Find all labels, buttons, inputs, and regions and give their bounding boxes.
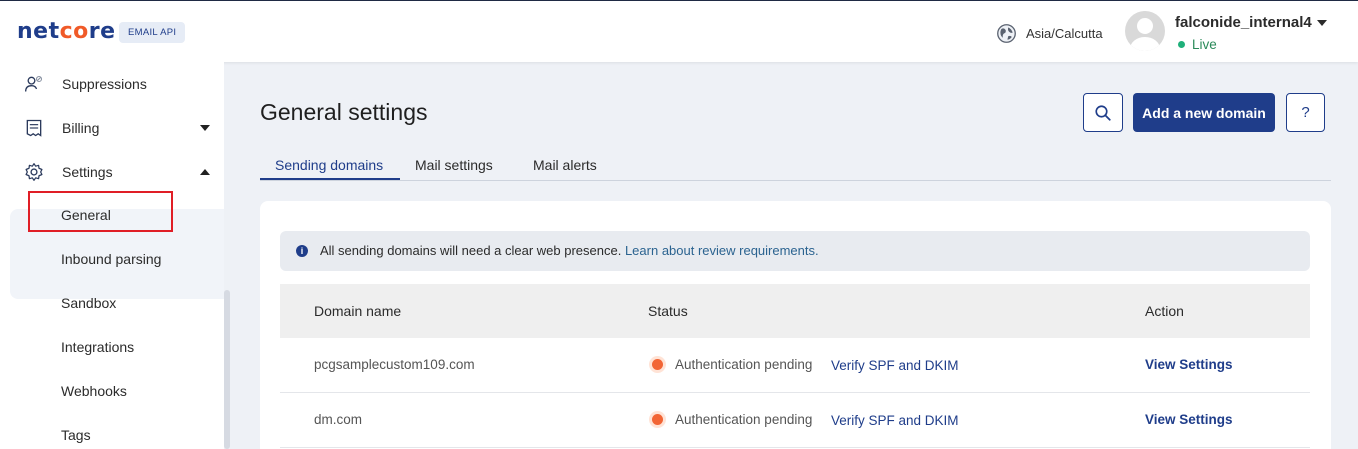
tab-sending-domains[interactable]: Sending domains: [275, 157, 383, 173]
chevron-down-icon: [200, 125, 210, 131]
gear-icon: [25, 163, 43, 181]
chevron-up-icon: [200, 169, 210, 175]
environment-status-label: Live: [1192, 37, 1217, 52]
column-header-action: Action: [1145, 303, 1184, 319]
add-new-domain-button[interactable]: Add a new domain: [1133, 93, 1275, 132]
netcore-logo[interactable]: netcore: [17, 19, 116, 44]
sidebar-item-label: Settings: [62, 164, 113, 180]
sidebar-subitem-webhooks[interactable]: Webhooks: [61, 383, 127, 399]
avatar-icon[interactable]: [1125, 11, 1165, 51]
table-row: dm.com Authentication pending Verify SPF…: [280, 393, 1310, 448]
pending-status-icon: [649, 411, 666, 428]
verify-spf-dkim-link[interactable]: Verify SPF and DKIM: [831, 358, 959, 373]
highlight-annotation-box: [28, 191, 173, 232]
sidebar-scrollbar[interactable]: [224, 290, 230, 449]
user-block-icon: [25, 75, 43, 92]
environment-status: Live: [1178, 37, 1217, 52]
column-header-domain: Domain name: [314, 303, 402, 319]
sidebar-item-label: Suppressions: [62, 76, 147, 92]
sidebar-subitem-sandbox[interactable]: Sandbox: [61, 295, 116, 311]
domain-name: dm.com: [314, 412, 363, 427]
pending-status-icon: [649, 356, 666, 373]
search-icon: [1095, 104, 1111, 121]
live-dot-icon: [1178, 41, 1185, 48]
product-badge: EMAIL API: [119, 22, 186, 43]
billing-icon: [26, 119, 42, 137]
settings-tabs: Sending domains Mail settings Mail alert…: [260, 148, 1331, 181]
top-bar: netcore EMAIL API Asia/Calcutta falconid…: [0, 0, 1358, 62]
status-badge: Authentication pending: [649, 356, 812, 373]
sidebar-subitem-tags[interactable]: Tags: [61, 427, 91, 443]
active-tab-indicator: [260, 178, 400, 180]
view-settings-link[interactable]: View Settings: [1145, 412, 1233, 427]
help-button[interactable]: ?: [1286, 93, 1325, 132]
column-header-status: Status: [648, 303, 688, 319]
globe-icon: [997, 24, 1016, 43]
table-row: pcgsamplecustom109.com Authentication pe…: [280, 338, 1310, 393]
sidebar-subitem-integrations[interactable]: Integrations: [61, 339, 134, 355]
sidebar-subitem-inbound-parsing[interactable]: Inbound parsing: [61, 251, 161, 267]
search-button[interactable]: [1083, 93, 1123, 132]
sidebar-item-suppressions[interactable]: Suppressions: [10, 62, 224, 106]
user-menu[interactable]: falconide_internal4: [1175, 14, 1327, 31]
status-badge: Authentication pending: [649, 411, 812, 428]
tab-mail-settings[interactable]: Mail settings: [415, 157, 493, 173]
info-notice: i All sending domains will need a clear …: [280, 231, 1310, 271]
sidebar-item-billing[interactable]: Billing: [10, 106, 224, 150]
status-text: Authentication pending: [675, 357, 813, 372]
chevron-down-icon: [1316, 19, 1327, 26]
status-text: Authentication pending: [675, 412, 813, 427]
user-name: falconide_internal4: [1175, 14, 1312, 31]
tab-mail-alerts[interactable]: Mail alerts: [533, 157, 597, 173]
timezone-label: Asia/Calcutta: [1026, 26, 1103, 41]
notice-text: All sending domains will need a clear we…: [320, 243, 819, 258]
view-settings-link[interactable]: View Settings: [1145, 357, 1233, 372]
page-title: General settings: [260, 99, 428, 125]
table-header: Domain name Status Action: [280, 284, 1310, 338]
verify-spf-dkim-link[interactable]: Verify SPF and DKIM: [831, 413, 959, 428]
sidebar: Suppressions Billing Settings General In…: [0, 62, 224, 449]
sidebar-item-settings[interactable]: Settings: [10, 150, 224, 194]
info-icon: i: [296, 245, 308, 257]
timezone-selector[interactable]: Asia/Calcutta: [996, 23, 1103, 44]
review-requirements-link[interactable]: Learn about review requirements.: [625, 243, 819, 258]
sending-domains-card: i All sending domains will need a clear …: [260, 201, 1331, 449]
domain-name: pcgsamplecustom109.com: [314, 357, 475, 372]
sidebar-item-label: Billing: [62, 120, 100, 136]
